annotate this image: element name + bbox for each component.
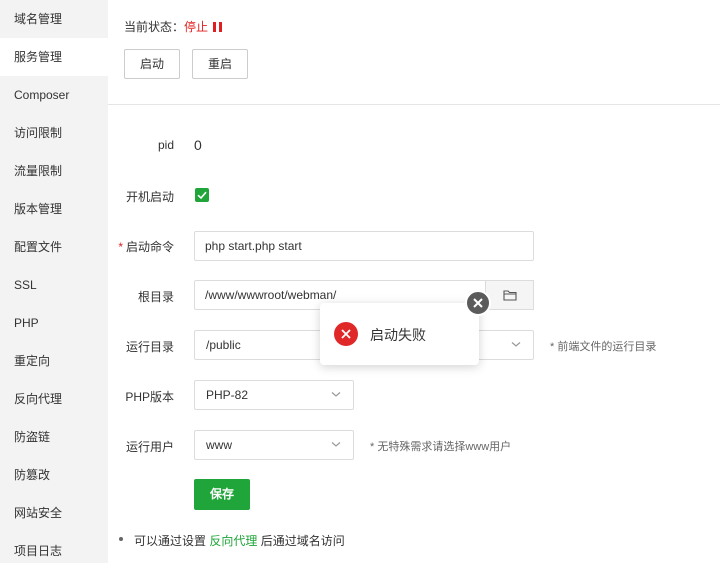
- run-user-label: 运行用户: [125, 440, 174, 454]
- run-dir-label: 运行目录: [125, 340, 174, 354]
- pid-value: 0: [194, 137, 202, 153]
- status-label: 当前状态：: [124, 20, 185, 34]
- restart-button[interactable]: 重启: [192, 49, 248, 79]
- run-user-select[interactable]: www: [194, 430, 354, 460]
- root-dir-label: 根目录: [137, 290, 174, 304]
- sidebar-item-service[interactable]: 服务管理: [0, 38, 108, 76]
- note-suffix: 后通过域名访问: [260, 534, 345, 548]
- error-toast: 启动失败: [320, 303, 479, 365]
- run-user-value: www: [206, 438, 232, 452]
- run-dir-value: /public: [206, 338, 241, 352]
- pid-label: pid: [157, 138, 174, 152]
- php-version-label: PHP版本: [125, 390, 174, 404]
- sidebar-item-traffic-limit[interactable]: 流量限制: [0, 152, 108, 190]
- toast-close-button[interactable]: [465, 290, 491, 316]
- required-mark: *: [118, 240, 123, 254]
- sidebar-item-hotlink[interactable]: 防盗链: [0, 418, 108, 456]
- php-version-select[interactable]: PHP-82: [194, 380, 354, 410]
- autostart-checkbox[interactable]: [195, 188, 209, 202]
- start-button[interactable]: 启动: [124, 49, 180, 79]
- sidebar-item-security[interactable]: 网站安全: [0, 494, 108, 532]
- sidebar-item-reverse-proxy[interactable]: 反向代理: [0, 380, 108, 418]
- run-user-hint: * 无特殊需求请选择www用户: [370, 441, 512, 453]
- sidebar: 域名管理 服务管理 Composer 访问限制 流量限制 版本管理 配置文件 S…: [0, 0, 108, 563]
- note-text: 可以通过设置 反向代理 后通过域名访问: [134, 532, 345, 549]
- sidebar-item-access-limit[interactable]: 访问限制: [0, 114, 108, 152]
- chevron-down-icon: [331, 442, 341, 447]
- sidebar-item-logs[interactable]: 项目日志: [0, 532, 108, 570]
- pause-icon: [213, 22, 223, 32]
- php-version-value: PHP-82: [206, 388, 249, 402]
- note-bullet: [119, 537, 123, 541]
- check-icon: [197, 191, 207, 200]
- sidebar-item-redirect[interactable]: 重定向: [0, 342, 108, 380]
- sidebar-item-domain[interactable]: 域名管理: [0, 0, 108, 38]
- divider: [108, 104, 720, 105]
- run-dir-hint: * 前端文件的运行目录: [550, 341, 657, 353]
- command-input[interactable]: [194, 231, 534, 261]
- status-value: 停止: [184, 20, 209, 34]
- root-dir-browse-button[interactable]: [486, 280, 534, 310]
- chevron-down-icon: [331, 392, 341, 397]
- command-label-text: 启动命令: [125, 240, 174, 254]
- sidebar-item-tamper[interactable]: 防篡改: [0, 456, 108, 494]
- sidebar-item-composer[interactable]: Composer: [0, 76, 108, 114]
- toast-message: 启动失败: [370, 327, 426, 343]
- main-panel: 当前状态：停止 启动 重启 pid 0 开机启动 *启动命令 根目录 运行目录 …: [108, 0, 720, 563]
- close-icon: [473, 298, 483, 308]
- status-line: 当前状态：停止: [124, 18, 223, 35]
- command-label: * 启动命令: [108, 238, 174, 255]
- autostart-label: 开机启动: [125, 190, 174, 204]
- save-button[interactable]: 保存: [194, 479, 250, 510]
- sidebar-item-version[interactable]: 版本管理: [0, 190, 108, 228]
- sidebar-item-php[interactable]: PHP: [0, 304, 108, 342]
- chevron-down-icon: [511, 342, 521, 347]
- error-icon: [334, 322, 358, 346]
- sidebar-item-config[interactable]: 配置文件: [0, 228, 108, 266]
- sidebar-item-ssl[interactable]: SSL: [0, 266, 108, 304]
- reverse-proxy-link[interactable]: 反向代理: [209, 534, 257, 548]
- folder-icon: [502, 290, 517, 301]
- note-prefix: 可以通过设置: [134, 534, 207, 548]
